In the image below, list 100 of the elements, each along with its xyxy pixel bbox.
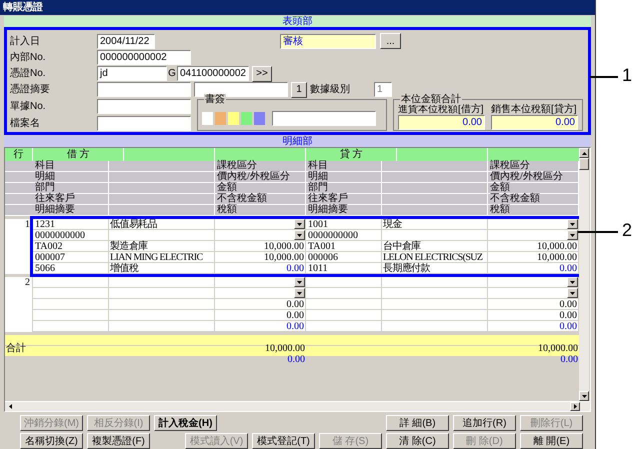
sub-header-cell: 部門 xyxy=(33,183,109,193)
summary-button[interactable]: 1 xyxy=(291,82,307,98)
sub-header-cell: 明細摘要 xyxy=(33,205,109,215)
field-label: 單據No. xyxy=(10,100,47,114)
name-cell: 低值易耗品 xyxy=(109,219,215,230)
voucher-g-field[interactable]: 041100000002 xyxy=(177,66,249,82)
name-cell: 增值稅 xyxy=(109,263,215,274)
amount-cell: 0.00 xyxy=(288,354,305,365)
amount-cell: 10,000.00 xyxy=(264,240,305,252)
dropdown-button[interactable] xyxy=(567,230,578,240)
date-field[interactable]: 2004/11/22 xyxy=(97,34,155,49)
scroll-down-button[interactable] xyxy=(579,391,589,401)
color-swatch[interactable] xyxy=(241,112,252,125)
total-label: 銷售本位稅額[貸方] xyxy=(491,104,578,115)
amount-cell: 0.00 xyxy=(560,310,578,320)
caret-icon xyxy=(297,222,302,226)
amount-cell: 0.00 xyxy=(560,354,578,365)
scroll-up-button[interactable] xyxy=(579,148,589,158)
toolbar-button[interactable]: 離 開(E) xyxy=(520,433,583,449)
dropdown-button[interactable] xyxy=(567,219,578,229)
leader-line xyxy=(578,231,618,233)
toolbar-button[interactable]: 計入稅金(H) xyxy=(154,415,217,431)
dropdown-button[interactable] xyxy=(294,288,305,298)
horizontal-scrollbar[interactable] xyxy=(5,401,590,411)
dropdown-button[interactable] xyxy=(567,277,578,287)
file-name-field[interactable] xyxy=(97,116,191,131)
sub-header-cell: 金額 xyxy=(215,183,306,193)
total-field[interactable]: 0.00 xyxy=(491,115,578,130)
dropdown-button[interactable] xyxy=(294,277,305,287)
browse-button[interactable]: ... xyxy=(380,33,401,50)
amount-cell: 0.00 xyxy=(286,262,305,274)
name-cell: 台中倉庫 xyxy=(382,241,488,252)
code-cell: 1001 xyxy=(306,219,382,230)
code-cell: 0000000000 xyxy=(33,230,109,241)
sub-header-cell: 稅額 xyxy=(215,205,306,215)
toolbar-button[interactable]: 追加行(R) xyxy=(453,415,516,431)
vertical-scrollbar[interactable] xyxy=(579,148,589,401)
voucher-no-field[interactable]: jd xyxy=(97,66,167,82)
amount-cell: 0.00 xyxy=(286,320,305,332)
toolbar-button[interactable]: 詳 細(B) xyxy=(386,415,449,431)
sub-header-cell: 科目 xyxy=(306,161,382,171)
left-arrow-icon xyxy=(8,404,12,409)
sub-header-cell: 部門 xyxy=(306,183,382,193)
total-field[interactable]: 0.00 xyxy=(398,115,485,130)
toolbar-button[interactable]: 名稱切換(Z) xyxy=(20,433,83,449)
toolbar-button[interactable]: 模式登記(T) xyxy=(252,433,315,449)
field-label: 數據級別 xyxy=(310,82,351,98)
caret-icon xyxy=(570,222,575,226)
sub-header-cell: 明細 xyxy=(306,172,382,182)
name-cell: LIAN MING ELECTRIC xyxy=(109,252,215,263)
toolbar-button[interactable]: 複製憑證(F) xyxy=(87,433,150,449)
slip-no-field[interactable] xyxy=(97,99,191,114)
color-swatch[interactable] xyxy=(228,112,239,125)
amount-cell: 10,000.00 xyxy=(538,343,578,354)
next-button[interactable]: >> xyxy=(252,66,272,82)
g-label: G xyxy=(167,67,177,82)
sub-header-cell: 明細摘要 xyxy=(306,205,382,215)
bookmark-field[interactable] xyxy=(272,111,376,126)
sub-header-cell: 價內稅/外稅區分 xyxy=(215,172,306,182)
amount-cell: 0.00 xyxy=(560,262,578,274)
color-swatch[interactable] xyxy=(202,112,213,125)
total-label: 合計 xyxy=(5,343,26,354)
color-swatch[interactable] xyxy=(254,112,265,125)
field-label: 內部No. xyxy=(10,50,47,65)
dropdown-button[interactable] xyxy=(294,219,305,229)
toolbar-button[interactable]: 清 除(C) xyxy=(386,433,449,449)
caret-icon xyxy=(570,234,575,236)
caret-icon xyxy=(297,292,302,294)
field-label: 憑證摘要 xyxy=(10,82,51,98)
caret-icon xyxy=(570,292,575,294)
group-label: 本位金額合計 xyxy=(400,94,462,105)
scroll-thumb[interactable] xyxy=(579,158,589,170)
caret-icon xyxy=(570,280,575,284)
section-bar: 表頭部 xyxy=(4,16,591,27)
dropdown-button[interactable] xyxy=(567,288,578,298)
name-cell: 現金 xyxy=(382,219,488,230)
code-cell: 1231 xyxy=(33,219,109,230)
amount-cell: 0.00 xyxy=(560,298,578,310)
internal-no-field[interactable]: 000000000002 xyxy=(97,50,191,65)
sub-header-cell: 課稅區分 xyxy=(215,161,306,171)
sub-header-cell: 不含稅金額 xyxy=(215,194,306,204)
name-cell: LELON ELECTRICS(SUZ xyxy=(382,252,488,263)
field-label: 憑證No. xyxy=(10,66,47,82)
amount-cell: 0.00 xyxy=(560,320,578,332)
up-arrow-icon xyxy=(582,152,586,154)
dropdown-button[interactable] xyxy=(294,230,305,240)
name-cell: 長期應付款 xyxy=(382,263,488,274)
scroll-right-button[interactable] xyxy=(570,402,580,411)
code-cell: 1011 xyxy=(306,263,382,274)
status-field[interactable]: 審核 xyxy=(280,34,376,49)
color-swatch[interactable] xyxy=(215,112,226,125)
code-cell: TA002 xyxy=(33,241,109,252)
caret-icon xyxy=(297,280,302,284)
group-label: 書簽 xyxy=(204,94,226,105)
summary-field[interactable] xyxy=(97,82,191,98)
title-bar: 轉賬憑證 xyxy=(0,0,595,15)
section-bar: 明細部 xyxy=(4,136,591,147)
code-cell: 0000000000 xyxy=(306,230,382,241)
field-label: 計入日 xyxy=(10,34,41,49)
amount-cell: 10,000.00 xyxy=(264,252,305,262)
